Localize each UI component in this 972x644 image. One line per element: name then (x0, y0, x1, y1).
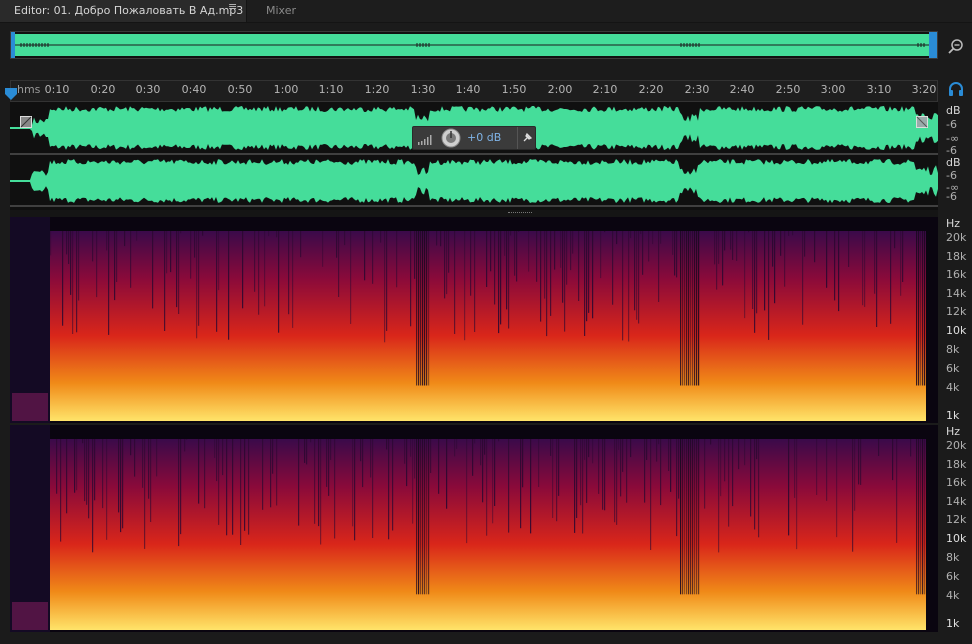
volume-value: +0 dB (467, 131, 502, 144)
db-tick: -6 (946, 118, 957, 131)
ruler-tick: 0:40 (181, 83, 207, 96)
db-tick: -6 (946, 190, 957, 203)
ruler-tick: 3:20 (911, 83, 937, 96)
volume-knob-icon[interactable] (441, 128, 461, 148)
spectrogram-canvas-channel1 (10, 217, 926, 423)
overview-waveform (11, 32, 937, 58)
hz-tick: 4k (946, 589, 960, 602)
ruler-unit-label: hms (17, 83, 41, 96)
ruler-tick: 1:20 (364, 83, 390, 96)
ruler-tick: 1:50 (501, 83, 527, 96)
ruler-tick: 3:10 (866, 83, 892, 96)
ruler-tick: 2:40 (729, 83, 755, 96)
hz-unit: Hz (946, 425, 961, 438)
tab-editor-label: Editor: 01. Добро Пожаловать В Ад.mp3 (14, 4, 244, 17)
level-bars-icon (418, 135, 432, 145)
hz-tick: 14k (946, 495, 967, 508)
ruler-tick: 0:50 (227, 83, 253, 96)
db-scale-channel1: dB -6 -∞ -6 (940, 102, 972, 157)
tab-bar: Editor: 01. Добро Пожаловать В Ад.mp3 ≡ … (0, 0, 972, 23)
waveform-display[interactable] (10, 102, 938, 210)
ruler-tick: 1:30 (410, 83, 436, 96)
ruler-tick: 1:10 (318, 83, 344, 96)
spectral-display-channel2[interactable] (10, 425, 938, 632)
hz-tick: 18k (946, 250, 967, 263)
hud-separator (517, 127, 518, 149)
hz-tick: 4k (946, 381, 960, 394)
ruler-tick: 3:00 (820, 83, 846, 96)
hz-scale-channel2: Hz 20k 18k 16k 14k 12k 10k 8k 6k 4k 1k (940, 425, 972, 632)
playhead-marker[interactable] (4, 88, 18, 100)
hz-unit: Hz (946, 217, 961, 230)
tab-menu-icon[interactable]: ≡ (228, 0, 237, 13)
hz-tick: 10k (946, 324, 967, 337)
time-ruler[interactable]: hms 0:10 0:20 0:30 0:40 0:50 1:00 1:10 1… (10, 80, 938, 102)
db-scale-channel2: dB -6 -∞ -6 (940, 156, 972, 208)
hz-tick: 12k (946, 305, 967, 318)
ruler-tick: 0:10 (44, 83, 70, 96)
spectrogram-canvas-channel2 (10, 425, 926, 632)
spectral-display-channel1[interactable] (10, 217, 938, 423)
ruler-tick: 1:00 (273, 83, 299, 96)
ruler-tick: 0:30 (135, 83, 161, 96)
hz-tick: 14k (946, 287, 967, 300)
ruler-tick: 2:50 (775, 83, 801, 96)
overview-navigator[interactable] (10, 31, 938, 59)
ruler-tick: 1:40 (455, 83, 481, 96)
hz-tick: 20k (946, 439, 967, 452)
volume-hud[interactable]: +0 dB (412, 126, 536, 150)
hz-tick: 10k (946, 532, 967, 545)
view-divider-handle[interactable] (10, 210, 938, 217)
hz-tick: 20k (946, 231, 967, 244)
hz-tick: 18k (946, 458, 967, 471)
fade-out-handle-icon[interactable] (916, 116, 928, 128)
hz-tick: 16k (946, 268, 967, 281)
headphones-icon[interactable] (947, 80, 965, 98)
ruler-tick: 2:30 (684, 83, 710, 96)
hz-tick: 1k (946, 617, 960, 630)
tab-mixer[interactable]: Mixer (246, 0, 315, 22)
ruler-tick: 0:20 (90, 83, 116, 96)
ruler-tick: 2:00 (547, 83, 573, 96)
divider-grip (508, 212, 532, 215)
pin-icon[interactable] (521, 132, 533, 144)
fade-in-handle-icon[interactable] (20, 116, 32, 128)
status-strip (0, 632, 972, 644)
ruler-tick: 2:10 (592, 83, 618, 96)
waveform-canvas (10, 106, 938, 207)
hz-scale-channel1: Hz 20k 18k 16k 14k 12k 10k 8k 6k 4k 1k (940, 217, 972, 423)
hz-tick: 8k (946, 343, 960, 356)
db-unit: dB (946, 104, 961, 117)
zoom-out-magnifier-icon[interactable] (947, 37, 965, 55)
db-unit: dB (946, 156, 961, 169)
hz-tick: 1k (946, 409, 960, 422)
hz-tick: 16k (946, 476, 967, 489)
hz-tick: 8k (946, 551, 960, 564)
tab-editor[interactable]: Editor: 01. Добро Пожаловать В Ад.mp3 (0, 0, 246, 22)
tab-mixer-label: Mixer (265, 4, 296, 17)
hz-tick: 6k (946, 362, 960, 375)
hz-tick: 6k (946, 570, 960, 583)
hz-tick: 12k (946, 513, 967, 526)
ruler-tick: 2:20 (638, 83, 664, 96)
